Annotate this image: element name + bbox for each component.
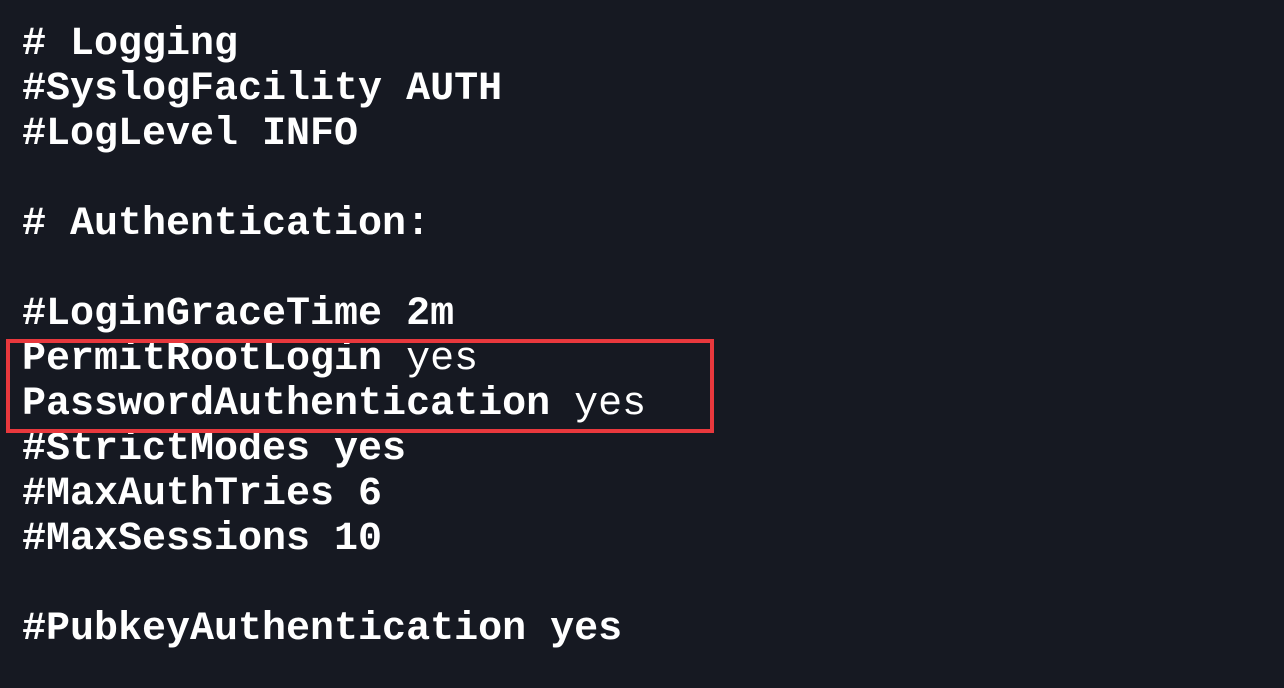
password-authentication-key: PasswordAuthentication (22, 382, 551, 427)
permit-root-login-value: yes (406, 337, 479, 382)
permit-root-login-line: PermitRootLogin yes (22, 337, 1284, 382)
comment-logging: # Logging (22, 22, 239, 67)
comment-syslog-facility: #SyslogFacility AUTH (22, 67, 503, 112)
comment-max-sessions: #MaxSessions 10 (22, 517, 383, 562)
terminal-text-view: # Logging #SyslogFacility AUTH #LogLevel… (0, 0, 1284, 688)
comment-login-grace-time: #LoginGraceTime 2m (22, 292, 455, 337)
comment-authentication: # Authentication: (22, 202, 431, 247)
comment-log-level: #LogLevel INFO (22, 112, 359, 157)
permit-root-login-key: PermitRootLogin (22, 337, 383, 382)
password-authentication-value: yes (574, 382, 647, 427)
comment-strict-modes: #StrictModes yes (22, 427, 407, 472)
comment-max-auth-tries: #MaxAuthTries 6 (22, 472, 383, 517)
comment-pubkey-authentication: #PubkeyAuthentication yes (22, 607, 623, 652)
password-authentication-line: PasswordAuthentication yes (22, 382, 1284, 427)
